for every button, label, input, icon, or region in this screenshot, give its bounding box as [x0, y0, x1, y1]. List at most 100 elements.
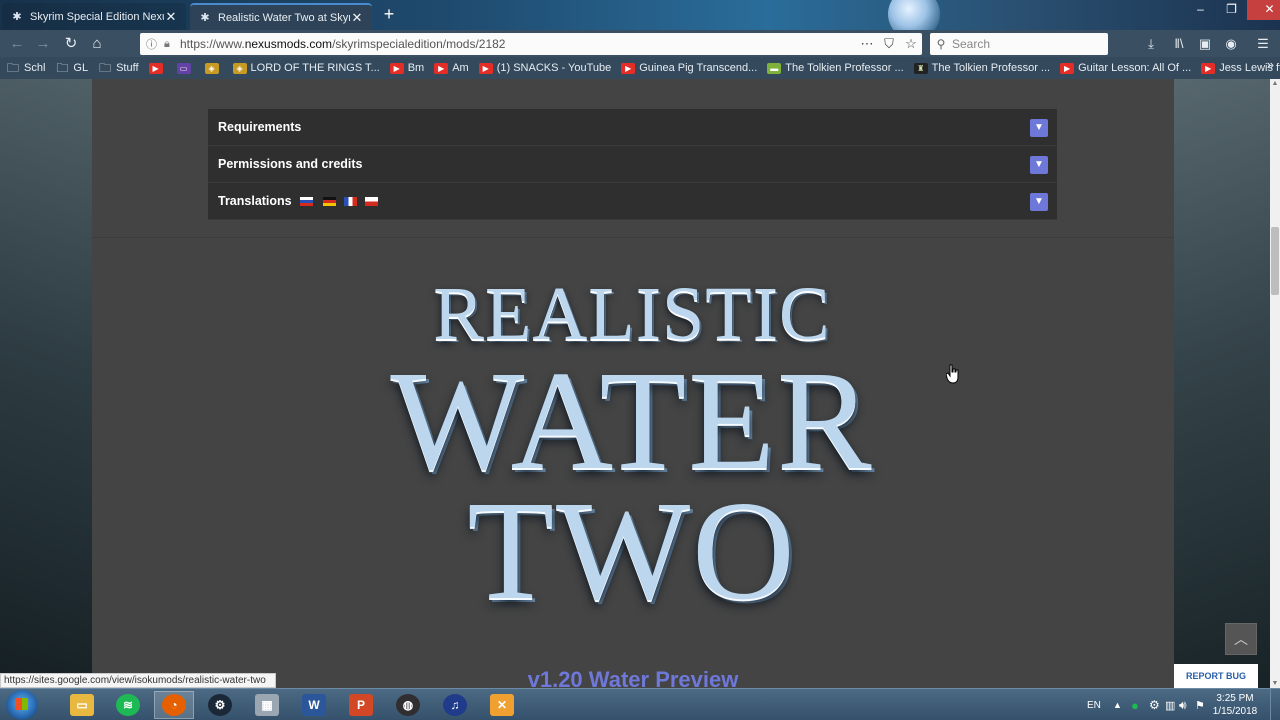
system-clock[interactable]: 3:25 PM 1/15/2018	[1210, 692, 1260, 718]
tab-realistic-water[interactable]: ✱ Realistic Water Two at Skyrim S ✕	[190, 3, 372, 30]
bookmark-item[interactable]: ▶ Am	[434, 62, 469, 74]
minimize-icon[interactable]: ‒	[1185, 0, 1216, 20]
pocket-icon[interactable]: ⛉	[878, 36, 900, 52]
bookmark-item[interactable]: 🗀︎ GL	[55, 60, 88, 75]
spotify-tray-icon[interactable]: ●	[1131, 689, 1139, 720]
home-icon[interactable]: ⌂	[86, 33, 108, 55]
moon-decoration	[888, 0, 940, 30]
french-flag-icon	[343, 196, 357, 206]
bookmark-star-icon[interactable]: ☆	[900, 36, 922, 52]
bookmark-label: (1) SNACKS - YouTube	[496, 62, 612, 74]
calculator-taskbar-icon[interactable]: ▦	[247, 691, 287, 719]
scrollbar-thumb[interactable]	[1271, 227, 1279, 295]
accordion-translations[interactable]: Translations ▼	[208, 183, 1057, 220]
bookmark-label: Guinea Pig Transcend...	[639, 62, 758, 74]
network-icon[interactable]: ▥	[1165, 689, 1175, 720]
tab-close-icon[interactable]: ✕	[164, 9, 178, 25]
library-icon[interactable]: ‖\	[1168, 34, 1190, 54]
forward-arrow-icon[interactable]: →	[32, 33, 54, 55]
bookmark-item[interactable]: ▶ (1) SNACKS - YouTube	[478, 62, 612, 74]
bookmark-item[interactable]: ◈	[204, 62, 223, 74]
accordion-requirements[interactable]: Requirements ▼	[208, 109, 1057, 146]
youtube-icon: ▶	[621, 62, 636, 74]
downloads-icon[interactable]: ⤓	[1140, 34, 1162, 54]
accordion-permissions[interactable]: Permissions and credits ▼	[208, 146, 1057, 183]
volume-icon[interactable]: 🔊︎	[1179, 689, 1187, 720]
folder-icon: 🗀︎	[6, 60, 19, 75]
word-taskbar-icon[interactable]: W	[294, 691, 334, 719]
bookmark-item[interactable]: ▭	[176, 62, 195, 74]
bookmark-label: The Tolkien Professor ...	[931, 62, 1051, 74]
mod-description: Requirements ▼ Permissions and credits ▼…	[92, 79, 1174, 688]
notification-icon[interactable]: ⚑	[1195, 689, 1205, 720]
bookmark-item[interactable]: ▶ Bm	[389, 62, 424, 74]
info-icon[interactable]: ⓘ	[146, 36, 164, 52]
russian-flag-icon	[299, 196, 313, 206]
lock-icon[interactable]: 🔒︎	[164, 38, 180, 51]
bookmark-item[interactable]: ◈ LORD OF THE RINGS T...	[232, 62, 380, 74]
bookmark-item[interactable]: 🗀︎ Stuff	[98, 62, 138, 75]
show-desktop-button[interactable]	[1270, 689, 1280, 720]
spotify-taskbar-icon[interactable]: ≋	[108, 691, 148, 719]
url-text[interactable]: https://www.nexusmods.com/skyrimspeciale…	[180, 37, 856, 51]
twitch-icon: ▭	[176, 62, 191, 74]
bookmark-item[interactable]: ▶ Guitar Lesson: All Of ...	[1060, 62, 1191, 74]
logo-line-3: TWO	[467, 471, 797, 629]
search-placeholder: Search	[952, 37, 991, 51]
tray-expand-icon[interactable]: ▲	[1113, 689, 1122, 720]
bookmark-item[interactable]: ♜ The Tolkien Professor ...	[913, 62, 1051, 74]
bookmark-item[interactable]: 🗀︎ Schl	[6, 60, 45, 75]
chevron-down-icon[interactable]: ▼	[1030, 193, 1048, 211]
accordion-label: Permissions and credits	[218, 157, 363, 171]
steam-taskbar-icon[interactable]: ⚙	[200, 691, 240, 719]
tab-title: Realistic Water Two at Skyrim S	[218, 11, 350, 24]
steam-tray-icon[interactable]: ⚙	[1149, 689, 1160, 720]
maximize-icon[interactable]: ❐	[1216, 0, 1247, 20]
powerpoint-taskbar-icon[interactable]: P	[341, 691, 381, 719]
tab-skyrim-nexus[interactable]: ✱ Skyrim Special Edition Nexus - ✕	[2, 3, 186, 30]
ublock-icon[interactable]: ◉	[1220, 34, 1242, 54]
obs-taskbar-icon[interactable]: ◍	[388, 691, 428, 719]
nexus-favicon-icon: ✱	[12, 11, 22, 23]
gold-icon: ◈	[204, 62, 219, 74]
nexus-favicon-icon: ✱	[200, 12, 210, 24]
back-arrow-icon[interactable]: ←	[6, 33, 28, 55]
scroll-down-arrow-icon[interactable]: ▼	[1270, 680, 1280, 687]
bookmark-item[interactable]: ▬ The Tolkien Professor ...	[767, 62, 904, 74]
firefox-taskbar-icon[interactable]: ◔	[154, 691, 194, 719]
page-actions-icon[interactable]: ⋯	[856, 36, 878, 52]
url-bar[interactable]: ⓘ 🔒︎ https://www.nexusmods.com/skyrimspe…	[140, 33, 922, 55]
bookmark-label: LORD OF THE RINGS T...	[250, 62, 380, 74]
reload-icon[interactable]: ↻	[60, 33, 82, 55]
chevron-down-icon[interactable]: ▼	[1030, 119, 1048, 137]
new-tab-button[interactable]: +	[378, 4, 400, 26]
tab-close-icon[interactable]: ✕	[350, 10, 364, 26]
background-scenery	[0, 79, 92, 688]
youtube-icon: ▶	[148, 62, 163, 74]
scroll-up-arrow-icon[interactable]: ▲	[1270, 80, 1280, 87]
language-indicator[interactable]: EN	[1087, 689, 1101, 720]
scroll-to-top-button[interactable]: ︿	[1225, 623, 1257, 655]
search-input[interactable]: ⚲ Search	[930, 33, 1108, 55]
chevron-down-icon[interactable]: ▼	[1030, 156, 1048, 174]
accordion-label: Requirements	[218, 120, 302, 134]
sidebar-icon[interactable]: ▣	[1194, 34, 1216, 54]
page-scrollbar[interactable]: ▲ ▼	[1270, 79, 1280, 688]
accordion: Requirements ▼ Permissions and credits ▼…	[208, 109, 1057, 220]
window-close-icon[interactable]: ✕	[1247, 0, 1280, 20]
bookmark-label: Guitar Lesson: All Of ...	[1078, 62, 1192, 74]
report-bug-button[interactable]: REPORT BUG	[1174, 664, 1258, 688]
folder-icon: 🗀︎	[56, 60, 69, 75]
file-explorer-taskbar-icon[interactable]: ▭	[62, 691, 102, 719]
audacity-taskbar-icon[interactable]: ♫	[435, 691, 475, 719]
clock-time: 3:25 PM	[1216, 693, 1254, 704]
menu-icon[interactable]: ☰	[1252, 34, 1274, 54]
bookmark-item[interactable]: ▶	[148, 62, 167, 74]
bookmark-item[interactable]: ▶ Guinea Pig Transcend...	[621, 62, 757, 74]
start-button[interactable]	[6, 690, 38, 720]
polish-flag-icon	[364, 196, 378, 206]
bookmarks-overflow-icon[interactable]: »	[1267, 57, 1274, 72]
green-icon: ▬	[767, 62, 782, 74]
windows-taskbar: ▭ ≋ ◔ ⚙ ▦ W P ◍ ♫ ✕ EN ▲ ● ⚙ ▥ 🔊︎ ⚑ 3:25…	[0, 688, 1280, 720]
game-taskbar-icon[interactable]: ✕	[482, 691, 522, 719]
